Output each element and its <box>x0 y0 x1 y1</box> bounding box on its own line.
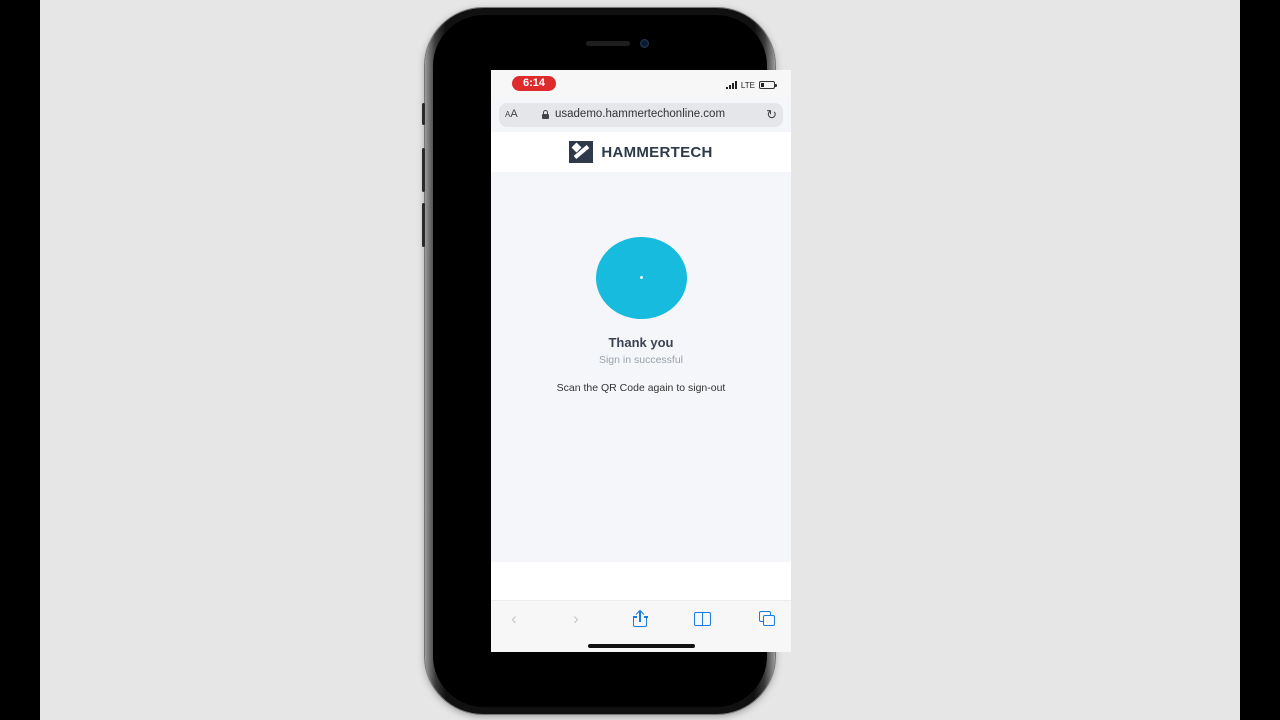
status-bar: 6:14 LTE <box>491 70 791 98</box>
success-dot <box>640 276 643 279</box>
phone-screen: 6:14 LTE AA usademo.hammertechonline.com… <box>491 70 791 652</box>
success-circle-icon <box>596 237 687 319</box>
chevron-left-icon[interactable]: ‹ <box>502 609 526 629</box>
front-camera <box>640 39 649 48</box>
page-footer-space <box>491 562 791 600</box>
earpiece-speaker <box>586 41 630 46</box>
battery-icon <box>759 81 777 89</box>
brand-name: HAMMERTECH <box>601 143 713 161</box>
hammertech-logo-icon <box>569 141 594 163</box>
lock-icon <box>542 110 549 119</box>
volume-down-button <box>422 203 425 247</box>
share-icon[interactable] <box>628 609 652 629</box>
status-time: 6:14 <box>512 76 556 91</box>
mute-switch <box>422 103 425 125</box>
url-text[interactable]: usademo.hammertechonline.com <box>555 108 725 120</box>
address-bar[interactable]: AA usademo.hammertechonline.com ↻ <box>499 103 783 127</box>
confirmation-panel: Thank you Sign in successful Scan the QR… <box>491 172 791 562</box>
chevron-right-icon[interactable]: › <box>564 609 588 629</box>
volume-up-button <box>422 148 425 192</box>
reload-icon[interactable]: ↻ <box>766 107 777 123</box>
confirmation-subtitle: Sign in successful <box>598 354 684 366</box>
network-type: LTE <box>740 80 755 90</box>
bookmarks-icon[interactable] <box>691 609 715 629</box>
signal-icon <box>725 81 737 89</box>
text-size-button[interactable]: AA <box>505 108 518 120</box>
site-header: HAMMERTECH <box>491 132 791 172</box>
status-indicators: LTE <box>725 79 777 91</box>
tabs-icon[interactable] <box>755 609 779 629</box>
confirmation-title: Thank you <box>608 335 674 350</box>
home-indicator[interactable] <box>588 644 695 648</box>
signout-instruction: Scan the QR Code again to sign-out <box>556 382 726 394</box>
